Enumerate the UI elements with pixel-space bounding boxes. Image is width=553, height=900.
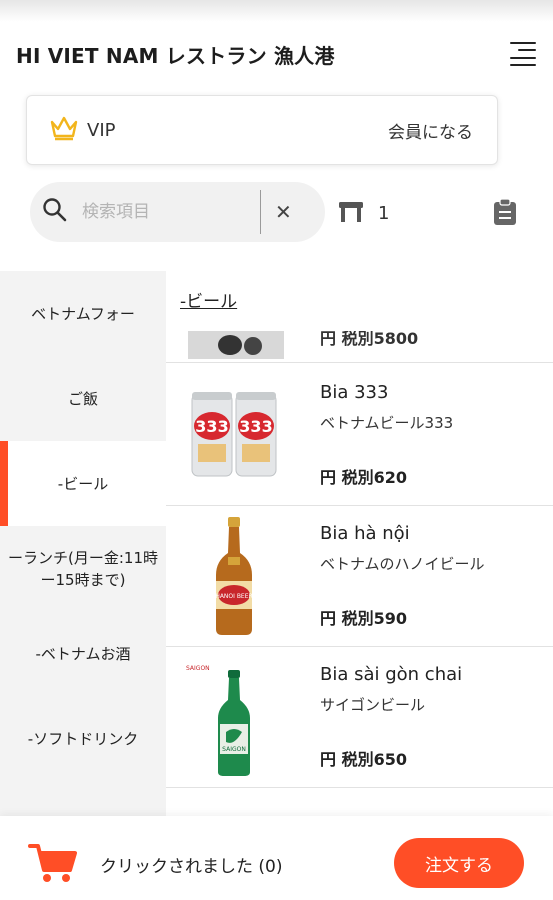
search-input[interactable] <box>80 201 254 223</box>
table-indicator[interactable]: 1 <box>338 198 389 228</box>
product-list: -ビール 円 税別5800 333 333 Bia 333 ベトナムビール333 <box>166 271 553 816</box>
sidebar-item-label: ベトナムフォー <box>31 304 135 323</box>
product-price: 円 税別650 <box>320 750 407 769</box>
product-price: 円 税別5800 <box>320 331 419 348</box>
category-sidebar: ベトナムフォー ご飯 -ビール ーランチ(月ー金:11時ー15時まで) -ベトナ… <box>0 271 166 816</box>
sidebar-item-more[interactable] <box>0 781 166 816</box>
cart-count-text: クリックされました (0) <box>100 857 283 877</box>
header: HI VIET NAM レストラン 漁人港 <box>16 36 536 72</box>
sidebar-item-label: -ベトナムお酒 <box>35 644 131 663</box>
sidebar-item-liquor[interactable]: -ベトナムお酒 <box>0 611 166 696</box>
vip-badge: VIP <box>49 114 115 146</box>
product-item[interactable]: HANOI BEER Bia hà nội ベトナムのハノイビール 円 税別59… <box>166 505 553 647</box>
cart-icon[interactable] <box>28 842 78 888</box>
sidebar-item-label: -ソフトドリンク <box>27 729 139 748</box>
sidebar-item-pho[interactable]: ベトナムフォー <box>0 271 166 356</box>
table-number: 1 <box>378 202 390 224</box>
product-description: サイゴンビール <box>320 696 426 714</box>
product-item[interactable]: SAIGON SAIGON Bia sài gòn chai サイゴンビール 円… <box>166 646 553 788</box>
search-icon[interactable] <box>42 197 68 227</box>
product-name: Bia hà nội <box>320 523 410 544</box>
table-icon <box>338 198 364 228</box>
vip-label: VIP <box>87 119 116 141</box>
product-description: ベトナムのハノイビール <box>320 555 485 573</box>
search-bar: ✕ <box>30 182 325 242</box>
page-title: HI VIET NAM レストラン 漁人港 <box>16 43 335 68</box>
vip-card[interactable]: VIP 会員になる <box>26 95 498 165</box>
clipboard-icon[interactable] <box>492 198 518 230</box>
product-price: 円 税別620 <box>320 468 407 487</box>
svg-text:333: 333 <box>239 417 272 436</box>
product-name: Bia 333 <box>320 382 389 403</box>
sidebar-item-rice[interactable]: ご飯 <box>0 356 166 441</box>
become-member-link[interactable]: 会員になる <box>388 118 473 143</box>
sidebar-item-beer[interactable]: -ビール <box>0 441 166 526</box>
product-image: HANOI BEER <box>184 515 284 635</box>
svg-text:HANOI BEER: HANOI BEER <box>215 593 252 600</box>
sidebar-item-lunch[interactable]: ーランチ(月ー金:11時ー15時まで) <box>0 526 166 611</box>
bottom-bar: クリックされました (0) 注文する <box>0 816 553 900</box>
crown-icon <box>49 114 79 146</box>
svg-text:333: 333 <box>195 417 228 436</box>
sidebar-item-soft-drink[interactable]: -ソフトドリンク <box>0 696 166 781</box>
sidebar-item-label: -ビール <box>57 474 109 493</box>
order-button[interactable]: 注文する <box>394 838 524 888</box>
product-image: SAIGON SAIGON <box>184 656 284 776</box>
close-icon[interactable]: ✕ <box>275 200 292 224</box>
svg-text:SAIGON: SAIGON <box>186 665 210 672</box>
search-divider <box>260 190 261 234</box>
product-image <box>188 331 284 359</box>
product-item[interactable]: 333 333 Bia 333 ベトナムビール333 円 税別620 <box>166 364 553 506</box>
svg-text:SAIGON: SAIGON <box>222 746 246 753</box>
section-title: -ビール <box>180 292 238 312</box>
product-name: Bia sài gòn chai <box>320 664 463 685</box>
top-shadow <box>0 0 553 22</box>
list-item[interactable]: 円 税別5800 <box>166 331 553 363</box>
product-image: 333 333 <box>184 374 284 494</box>
product-description: ベトナムビール333 <box>320 414 454 432</box>
sidebar-item-label: ーランチ(月ー金:11時ー15時まで) <box>8 548 158 589</box>
product-price: 円 税別590 <box>320 609 407 628</box>
sidebar-item-label: ご飯 <box>67 389 98 408</box>
menu-icon[interactable] <box>508 42 536 66</box>
